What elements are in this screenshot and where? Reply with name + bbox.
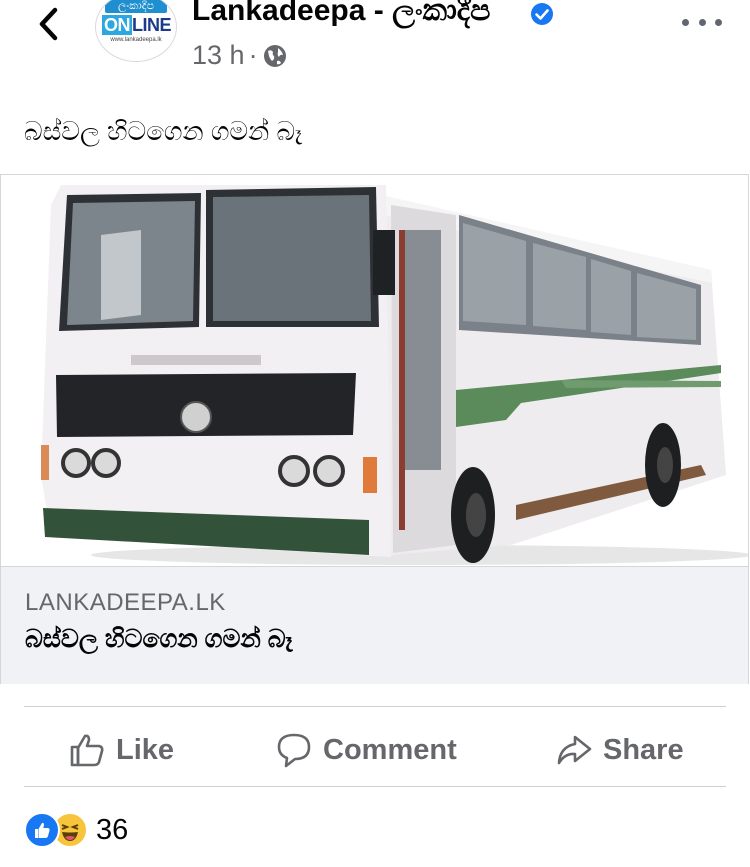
like-label: Like xyxy=(116,733,175,766)
divider-bottom xyxy=(24,786,726,787)
more-dot-icon xyxy=(698,18,706,26)
share-label: Share xyxy=(603,733,684,766)
more-dot-icon xyxy=(715,18,722,26)
comment-button[interactable]: Comment xyxy=(275,720,457,780)
bus-image xyxy=(41,185,748,565)
avatar-online-text: ON LINE xyxy=(102,15,172,35)
more-dot-icon xyxy=(682,18,689,26)
link-preview-image[interactable] xyxy=(1,175,748,566)
link-title: බස්වල හිටගෙන ගමන් බෑ xyxy=(25,625,293,653)
avatar-url: www.lankadeepa.lk xyxy=(110,37,162,43)
globe-icon xyxy=(263,44,286,67)
like-reaction-icon xyxy=(24,812,60,848)
thumbs-up-icon xyxy=(70,734,104,767)
meta-separator: · xyxy=(248,40,258,70)
comment-label: Comment xyxy=(323,733,457,766)
divider-top xyxy=(24,706,726,707)
page-avatar[interactable]: ලංකාදීප ON LINE www.lankadeepa.lk xyxy=(95,0,177,62)
chevron-left-icon xyxy=(39,7,58,41)
share-icon xyxy=(557,735,592,765)
link-domain: LANKADEEPA.LK xyxy=(25,589,226,616)
post-timestamp[interactable]: 13 h xyxy=(192,40,245,71)
avatar-logo-text: ලංකාදීප xyxy=(105,0,167,13)
link-preview-card[interactable]: LANKADEEPA.LK බස්වල හිටගෙන ගමන් බෑ xyxy=(0,174,749,684)
verified-badge-icon xyxy=(531,3,553,25)
post-text: බස්වල හිටගෙන ගමන් බෑ xyxy=(24,116,303,146)
share-button[interactable]: Share xyxy=(555,720,684,780)
like-button[interactable]: Like xyxy=(68,720,174,780)
reactions-summary[interactable]: 36 xyxy=(24,812,128,848)
back-button[interactable] xyxy=(30,6,66,42)
reaction-count: 36 xyxy=(96,813,129,846)
page-name-link[interactable]: Lankadeepa - ලංකාදීප xyxy=(192,0,490,28)
link-preview-footer[interactable]: LANKADEEPA.LK බස්වල හිටගෙන ගමන් බෑ xyxy=(1,566,748,684)
more-options-button[interactable] xyxy=(682,10,722,34)
comment-icon xyxy=(277,733,311,768)
post-meta: 13 h · xyxy=(192,40,288,71)
